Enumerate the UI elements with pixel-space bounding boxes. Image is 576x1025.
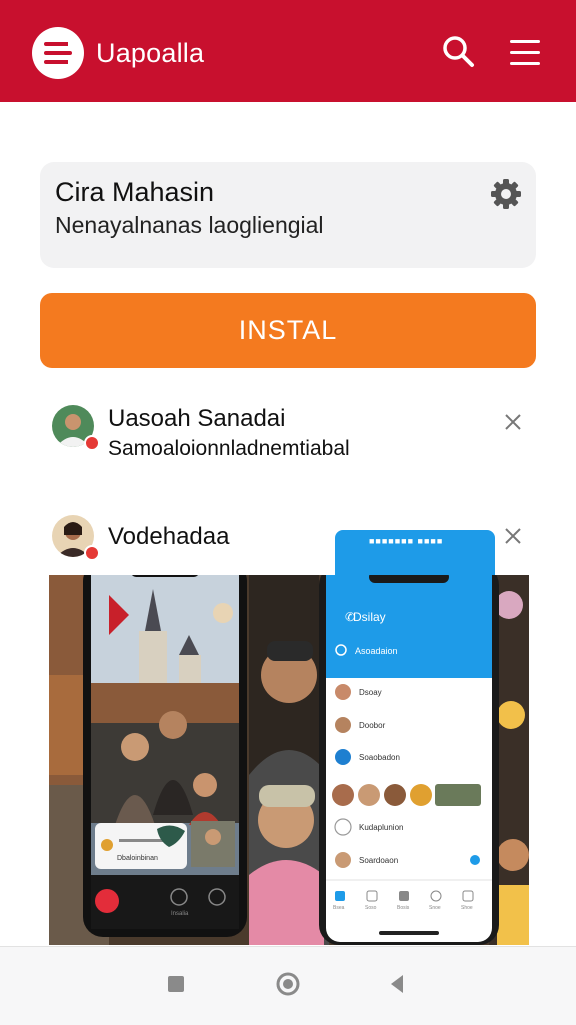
promo-banner-text: ■■■■■■■ ■■■■ <box>369 536 444 546</box>
right-phone-tab: Bosis <box>397 905 410 911</box>
notification-text: Samoaloionnladnemtiabal <box>108 437 350 460</box>
app-info-card: Cira Mahasin Nenayalnanas laogliengial <box>40 162 536 268</box>
close-icon <box>505 528 521 544</box>
triangle-back-icon <box>391 975 403 993</box>
settings-button[interactable] <box>490 178 522 210</box>
notification-item[interactable]: Uasoah Sanadai Samoaloionnladnemtiabal <box>52 405 532 465</box>
promo-banner: ■■■■■■■ ■■■■ <box>335 530 495 578</box>
notification-title: Uasoah Sanadai <box>108 405 286 432</box>
top-app-bar: Uapoalla <box>0 0 576 102</box>
home-button[interactable] <box>273 969 303 999</box>
right-phone-list-item: Soardoaon <box>359 856 398 865</box>
gear-icon <box>491 179 521 209</box>
right-phone-tab: Soso <box>365 905 377 911</box>
dismiss-button[interactable] <box>500 523 526 549</box>
dismiss-button[interactable] <box>500 409 526 435</box>
right-phone-search: Asoadaion <box>355 646 398 656</box>
search-icon <box>443 36 474 67</box>
left-phone-tab-label: Insalia <box>171 911 189 917</box>
right-phone-list-item: Dsoay <box>359 688 382 697</box>
hamburger-menu-icon <box>510 40 540 65</box>
right-phone-list-item: Kudaplunion <box>359 823 403 832</box>
right-phone-tab: Bsea <box>333 905 345 911</box>
system-navigation-bar <box>0 946 576 1025</box>
app-title: Uapoalla <box>96 38 205 68</box>
right-phone-tab: Snoe <box>429 905 441 911</box>
preview-collage: Dbaloinbinan Insalia Dsilay ✆ Asoadaion … <box>49 575 529 945</box>
right-phone-tab: Shoe <box>461 905 473 911</box>
back-button[interactable] <box>383 969 413 999</box>
square-icon <box>168 976 184 992</box>
circle-home-icon <box>276 972 300 996</box>
right-phone-list-item: Doobor <box>359 721 386 730</box>
close-icon <box>505 414 521 430</box>
status-badge <box>84 545 100 561</box>
app-name: Cira Mahasin <box>55 177 215 207</box>
search-button[interactable] <box>441 34 477 70</box>
install-button[interactable]: INSTAL <box>40 293 536 368</box>
left-phone-caption: Dbaloinbinan <box>117 855 158 862</box>
menu-lines-icon <box>44 42 72 64</box>
app-logo[interactable] <box>32 27 84 79</box>
notification-title: Vodehadaa <box>108 523 230 550</box>
svg-text:✆: ✆ <box>345 610 355 624</box>
app-screenshot-preview[interactable]: Dbaloinbinan Insalia Dsilay ✆ Asoadaion … <box>49 575 529 945</box>
status-badge <box>84 435 100 451</box>
app-description: Nenayalnanas laogliengial <box>55 212 324 238</box>
menu-button[interactable] <box>508 34 544 70</box>
right-phone-list-item: Soaobadon <box>359 753 400 762</box>
right-phone-header: Dsilay <box>353 610 386 624</box>
recents-button[interactable] <box>161 969 191 999</box>
